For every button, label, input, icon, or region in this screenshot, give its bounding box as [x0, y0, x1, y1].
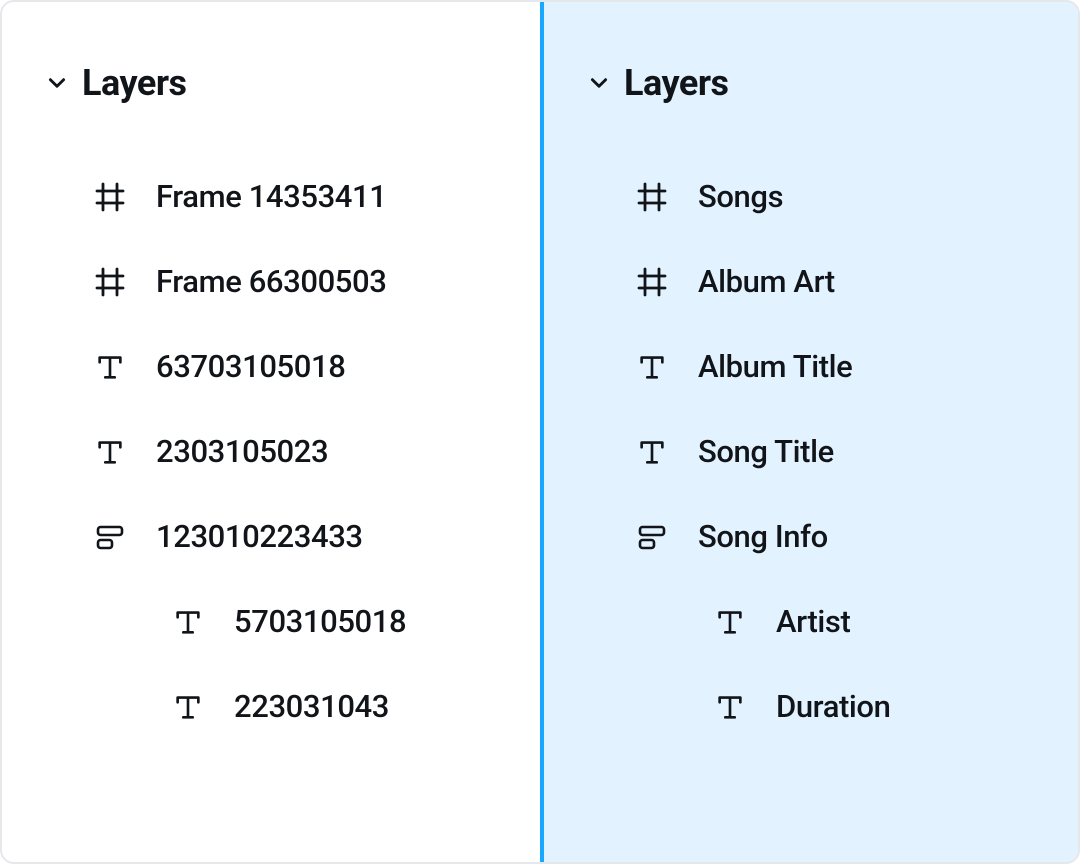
layer-label: 123010223433 [156, 518, 363, 555]
layer-item[interactable]: Song Info [584, 494, 1046, 579]
layer-item[interactable]: 123010223433 [42, 494, 508, 579]
section-header[interactable]: Layers [584, 62, 1046, 104]
layer-label: Album Art [698, 263, 835, 300]
layer-item[interactable]: Song Title [584, 409, 1046, 494]
layer-list: Songs Album Art Album Title Song Title S… [584, 154, 1046, 749]
text-icon [712, 689, 748, 725]
text-icon [634, 434, 670, 470]
frame-icon [92, 264, 128, 300]
layer-item[interactable]: 63703105018 [42, 324, 508, 409]
layer-label: Song Info [698, 518, 828, 555]
layer-label: Frame 66300503 [156, 263, 386, 300]
chevron-down-icon [588, 72, 610, 94]
layer-label: 63703105018 [156, 348, 345, 385]
layer-item[interactable]: Album Title [584, 324, 1046, 409]
chevron-down-icon [46, 72, 68, 94]
layer-label: 2303105023 [156, 433, 328, 470]
layer-item[interactable]: 5703105018 [42, 579, 508, 664]
layer-label: 223031043 [234, 688, 389, 725]
layer-label: 5703105018 [234, 603, 406, 640]
comparison-container: Layers Frame 14353411 Frame 66300503 637… [0, 0, 1080, 864]
text-icon [92, 434, 128, 470]
text-icon [92, 349, 128, 385]
frame-icon [92, 179, 128, 215]
section-header[interactable]: Layers [42, 62, 508, 104]
text-icon [712, 604, 748, 640]
component-icon [634, 519, 670, 555]
layer-item[interactable]: Artist [584, 579, 1046, 664]
layer-item[interactable]: 223031043 [42, 664, 508, 749]
layer-label: Songs [698, 178, 783, 215]
layers-panel-left: Layers Frame 14353411 Frame 66300503 637… [2, 2, 540, 862]
layer-label: Frame 14353411 [156, 178, 386, 215]
text-icon [170, 689, 206, 725]
layer-item[interactable]: Frame 66300503 [42, 239, 508, 324]
layer-label: Duration [776, 688, 890, 725]
text-icon [634, 349, 670, 385]
layer-list: Frame 14353411 Frame 66300503 6370310501… [42, 154, 508, 749]
frame-icon [634, 179, 670, 215]
layer-item[interactable]: Album Art [584, 239, 1046, 324]
component-icon [92, 519, 128, 555]
layer-item[interactable]: Duration [584, 664, 1046, 749]
section-title: Layers [82, 62, 187, 104]
layer-label: Song Title [698, 433, 834, 470]
layers-panel-right: Layers Songs Album Art Album Title Song … [540, 2, 1078, 862]
layer-item[interactable]: 2303105023 [42, 409, 508, 494]
layer-item[interactable]: Songs [584, 154, 1046, 239]
layer-label: Artist [776, 603, 850, 640]
text-icon [170, 604, 206, 640]
frame-icon [634, 264, 670, 300]
section-title: Layers [624, 62, 729, 104]
layer-label: Album Title [698, 348, 852, 385]
layer-item[interactable]: Frame 14353411 [42, 154, 508, 239]
